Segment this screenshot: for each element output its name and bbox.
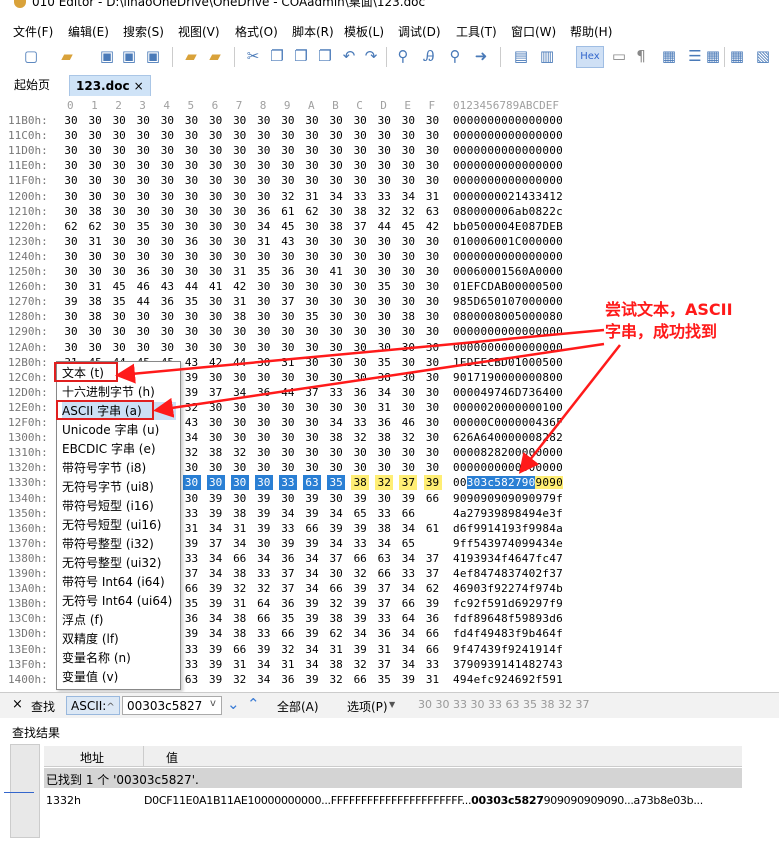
find-input[interactable]: 00303c5827 (122, 696, 222, 715)
find-label: 查找 (31, 700, 56, 714)
arrow-to-ascii-option (153, 342, 605, 418)
results-title: 查找结果 (12, 726, 61, 740)
result-value-match: 00303c5827 (471, 794, 544, 807)
find-results-panel: 查找结果 地址 值 已找到 1 个 '00303c5827'. 1332h D0… (0, 718, 779, 841)
results-summary-row: 已找到 1 个 '00303c5827'. (44, 768, 742, 788)
col-value-header[interactable]: 值 (166, 749, 178, 766)
result-value-suffix: 909090909090...a73b8e03b... (543, 794, 704, 807)
find-next-icon[interactable]: ⌄ (227, 695, 240, 713)
find-type-select[interactable]: ASCII:^ (66, 696, 120, 715)
find-all-button[interactable]: 全部(A) (277, 698, 319, 715)
result-row[interactable]: 1332h D0CF11E0A1B11AE10000000000...FFFFF… (44, 790, 742, 810)
find-prev-icon[interactable]: ⌃ (247, 695, 260, 713)
find-options-button[interactable]: 选项(P) (347, 698, 388, 715)
result-value: D0CF11E0A1B11AE10000000000...FFFFFFFFFFF… (144, 794, 703, 807)
arrow-to-text-option (115, 328, 605, 384)
col-address-header[interactable]: 地址 (80, 749, 104, 766)
chevron-down-icon[interactable]: v (210, 698, 216, 709)
find-hex-preview: 30 30 33 30 33 63 35 38 32 37 (418, 698, 590, 711)
find-query: 00303c5827 (127, 699, 203, 713)
find-type-label: ASCII: (71, 699, 107, 713)
result-value-prefix: D0CF11E0A1B11AE10000000000...FFFFFFFFFFF… (144, 794, 472, 807)
results-summary: 已找到 1 个 '00303c5827'. (46, 773, 199, 787)
results-header: 地址 值 (44, 746, 742, 767)
results-side-strip (10, 744, 40, 838)
result-address: 1332h (46, 794, 81, 807)
close-find-icon[interactable]: × (12, 697, 23, 712)
header-divider (143, 746, 144, 766)
arrow-to-match (518, 344, 621, 474)
selection-marker (4, 792, 34, 793)
chevron-down-icon[interactable]: ▼ (389, 700, 395, 709)
find-bar: × 查找 ASCII:^ 00303c5827 v ⌄ ⌃ 全部(A) 选项(P… (0, 692, 779, 719)
chevron-up-icon: ^ (106, 702, 115, 713)
